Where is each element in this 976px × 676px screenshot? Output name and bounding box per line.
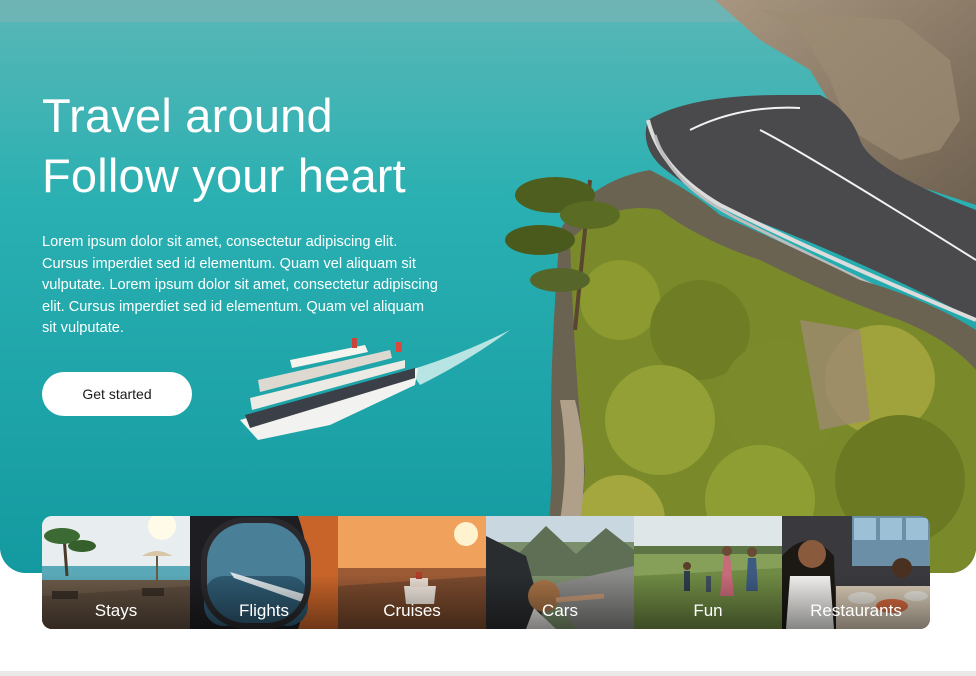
hero-title-line2: Follow your heart xyxy=(42,149,406,202)
page-bottom-divider xyxy=(0,671,976,676)
hero-title-line1: Travel around xyxy=(42,89,333,142)
get-started-button[interactable]: Get started xyxy=(42,372,192,416)
category-label-cruises: Cruises xyxy=(383,601,441,620)
hero-banner: Travel around Follow your heart Lorem ip… xyxy=(0,0,976,573)
category-cruises[interactable]: Cruises xyxy=(338,516,486,629)
category-cars[interactable]: Cars xyxy=(486,516,634,629)
category-fun[interactable]: Fun xyxy=(634,516,782,629)
hero-title: Travel around Follow your heart xyxy=(42,86,406,206)
category-label-flights: Flights xyxy=(238,601,290,620)
category-restaurants[interactable]: Restaurants xyxy=(782,516,930,629)
category-label-cars: Cars xyxy=(542,601,578,620)
category-stays[interactable]: Stays xyxy=(42,516,190,629)
category-label-stays: Stays xyxy=(94,601,138,620)
category-label-fun: Fun xyxy=(693,601,723,620)
category-strip: Stays Flights Cruises Cars Fun Restauran… xyxy=(42,516,930,629)
category-flights[interactable]: Flights xyxy=(190,516,338,629)
category-label-restaurants: Restaurants xyxy=(810,601,902,620)
hero-description: Lorem ipsum dolor sit amet, consectetur … xyxy=(42,234,438,337)
